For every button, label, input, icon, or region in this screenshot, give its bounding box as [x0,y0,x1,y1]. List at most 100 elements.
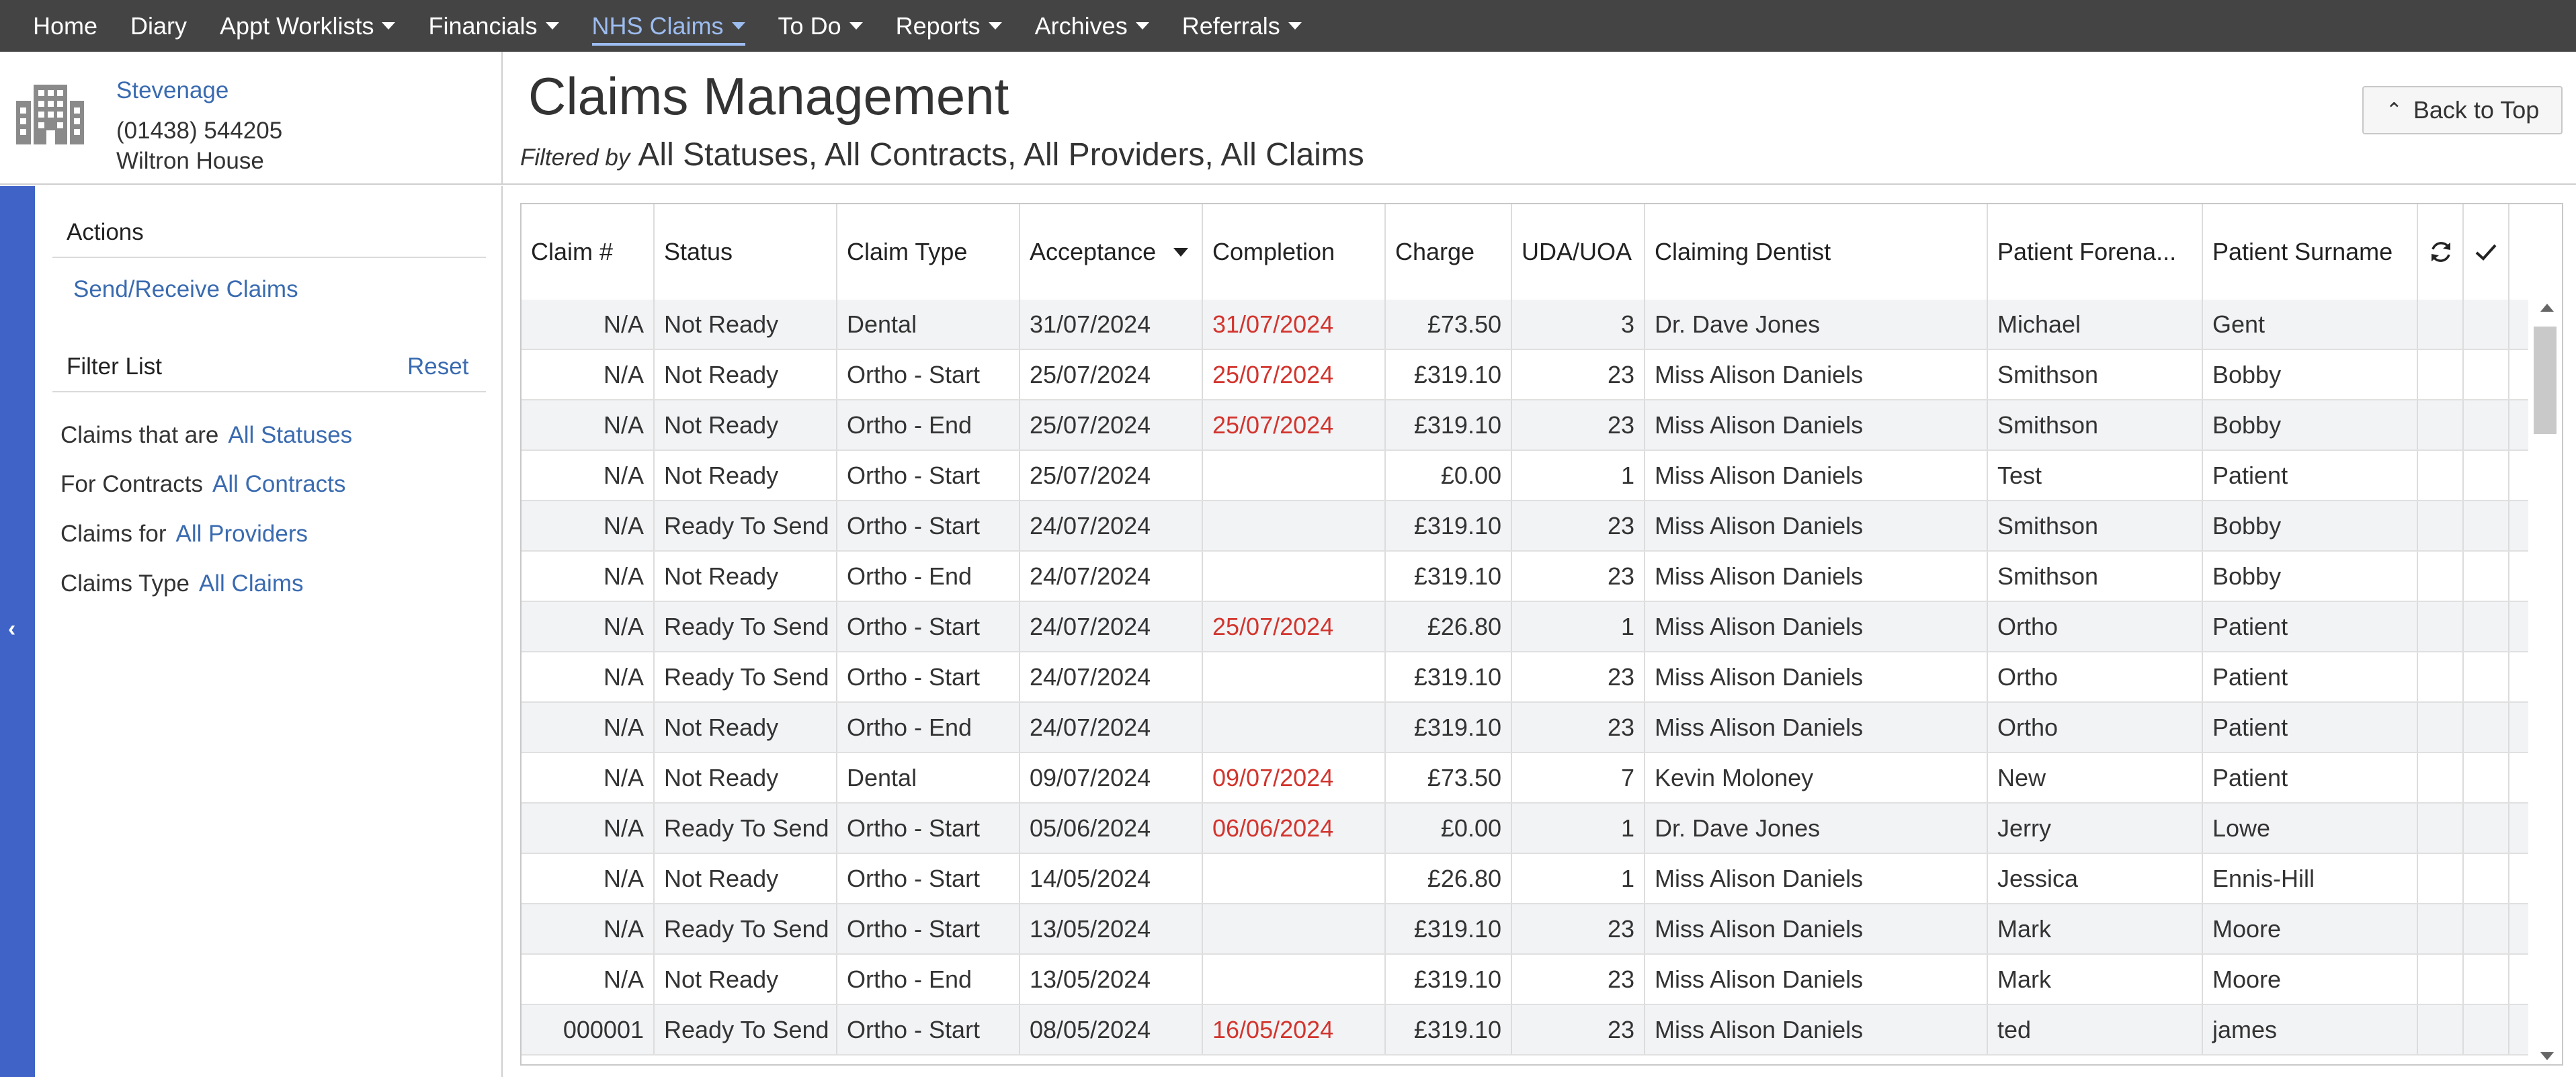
select-all-check-icon[interactable] [2464,204,2509,300]
table-row[interactable]: N/A Not Ready Ortho - End 13/05/2024 £319.10… [522,955,2528,1005]
column-header-completion[interactable]: Completion [1203,204,1386,300]
cell-type: Ortho - Start [837,854,1020,903]
table-row[interactable]: N/A Ready To Send Ortho - Start 05/06/2024 0… [522,804,2528,854]
nav-item-nhs-claims[interactable]: NHS Claims [591,0,745,52]
table-row[interactable]: N/A Ready To Send Ortho - Start 24/07/2024 £… [522,652,2528,703]
back-to-top-button[interactable]: ⌃ Back to Top [2362,86,2563,134]
cell-select[interactable] [2464,501,2509,550]
table-row[interactable]: N/A Not Ready Ortho - End 24/07/2024 £319.10… [522,552,2528,602]
cell-select[interactable] [2464,451,2509,500]
cell-charge: £319.10 [1386,955,1512,1004]
cell-acceptance: 14/05/2024 [1020,854,1203,903]
table-row[interactable]: N/A Ready To Send Ortho - Start 13/05/2024 £… [522,904,2528,955]
cell-charge: £319.10 [1386,400,1512,449]
practice-name-link[interactable]: Stevenage [116,77,228,104]
table-row[interactable]: N/A Not Ready Ortho - Start 14/05/2024 £26.8… [522,854,2528,904]
cell-uda: 23 [1512,904,1645,953]
nav-item-appt-worklists[interactable]: Appt Worklists [220,0,396,52]
cell-select[interactable] [2464,652,2509,701]
table-row[interactable]: N/A Not Ready Ortho - End 25/07/2024 25/07/2… [522,400,2528,451]
cell-dentist: Miss Alison Daniels [1645,501,1988,550]
nav-item-home[interactable]: Home [33,0,97,52]
nav-item-label: NHS Claims [591,11,724,40]
table-row[interactable]: 000001 Ready To Send Ortho - Start 08/05/20… [522,1005,2528,1056]
cell-dentist: Miss Alison Daniels [1645,552,1988,601]
cell-select[interactable] [2464,703,2509,752]
column-header-claim[interactable]: Claim # [522,204,655,300]
column-header-label: Charge [1395,238,1475,265]
building-icon [16,85,84,144]
refresh-icon[interactable] [2418,204,2464,300]
filter-value-link[interactable]: All Claims [199,570,304,597]
column-header-claiming-dentist[interactable]: Claiming Dentist [1645,204,1988,300]
cell-select[interactable] [2464,804,2509,853]
cell-completion [1203,652,1386,701]
cell-sync-status [2418,854,2464,903]
cell-forename: Jerry [1988,804,2203,853]
reset-filters-link[interactable]: Reset [407,353,468,380]
table-row[interactable]: N/A Not Ready Dental 31/07/2024 31/07/2024 £7… [522,300,2528,350]
cell-completion [1203,854,1386,903]
column-header-acceptance[interactable]: Acceptance [1020,204,1203,300]
table-row[interactable]: N/A Ready To Send Ortho - Start 24/07/2024 £… [522,501,2528,552]
cell-claim: N/A [522,753,655,802]
column-header-label: Status [664,238,733,265]
cell-select[interactable] [2464,400,2509,449]
cell-type: Ortho - End [837,552,1020,601]
cell-acceptance: 25/07/2024 [1020,451,1203,500]
scrollbar-thumb[interactable] [2534,327,2557,434]
cell-sync-status [2418,904,2464,953]
cell-forename: Ortho [1988,652,2203,701]
cell-type: Dental [837,753,1020,802]
column-header-uda-uoa[interactable]: UDA/UOA [1512,204,1645,300]
cell-uda: 23 [1512,501,1645,550]
column-header-label: Completion [1212,238,1335,265]
cell-claim: N/A [522,854,655,903]
cell-select[interactable] [2464,602,2509,651]
nav-item-to-do[interactable]: To Do [778,0,863,52]
cell-status: Not Ready [655,451,837,500]
cell-forename: Smithson [1988,501,2203,550]
nav-item-archives[interactable]: Archives [1035,0,1149,52]
cell-acceptance: 13/05/2024 [1020,904,1203,953]
scroll-up-arrow-icon[interactable] [2540,304,2554,312]
cell-select[interactable] [2464,350,2509,399]
cell-claim: N/A [522,350,655,399]
table-row[interactable]: N/A Ready To Send Ortho - Start 24/07/2024 2… [522,602,2528,652]
column-header-patient-forena[interactable]: Patient Forena... [1988,204,2203,300]
cell-select[interactable] [2464,904,2509,953]
table-row[interactable]: N/A Not Ready Dental 09/07/2024 09/07/2024 £7… [522,753,2528,804]
cell-select[interactable] [2464,300,2509,349]
nav-item-referrals[interactable]: Referrals [1182,0,1302,52]
column-header-claim-type[interactable]: Claim Type [837,204,1020,300]
filter-label: Claims for [60,521,167,547]
cell-sync-status [2418,703,2464,752]
nav-item-label: Home [33,11,98,40]
table-row[interactable]: N/A Not Ready Ortho - Start 25/07/2024 £0.00… [522,451,2528,501]
filter-value-link[interactable]: All Contracts [212,471,345,497]
scroll-down-arrow-icon[interactable] [2540,1052,2554,1060]
cell-select[interactable] [2464,955,2509,1004]
table-row[interactable]: N/A Not Ready Ortho - End 24/07/2024 £319.10… [522,703,2528,753]
nav-item-financials[interactable]: Financials [428,0,559,52]
cell-select[interactable] [2464,753,2509,802]
table-row[interactable]: N/A Not Ready Ortho - Start 25/07/2024 25/07… [522,350,2528,400]
cell-status: Not Ready [655,552,837,601]
cell-select[interactable] [2464,1005,2509,1054]
column-header-patient-surname[interactable]: Patient Surname [2203,204,2418,300]
filter-value-link[interactable]: All Providers [176,521,308,547]
cell-sync-status [2418,552,2464,601]
column-header-charge[interactable]: Charge [1386,204,1512,300]
chevron-up-icon: ⌃ [2385,99,2403,122]
vertical-scrollbar[interactable] [2528,300,2562,1064]
nav-item-reports[interactable]: Reports [896,0,1002,52]
column-header-status[interactable]: Status [655,204,837,300]
sidebar-collapse-toggle[interactable]: ‹ [0,186,35,1077]
send-receive-claims-link[interactable]: Send/Receive Claims [73,276,298,303]
cell-select[interactable] [2464,854,2509,903]
nav-item-diary[interactable]: Diary [130,0,187,52]
filter-value-link[interactable]: All Statuses [228,422,352,448]
cell-claim: N/A [522,804,655,853]
cell-status: Ready To Send [655,602,837,651]
cell-select[interactable] [2464,552,2509,601]
